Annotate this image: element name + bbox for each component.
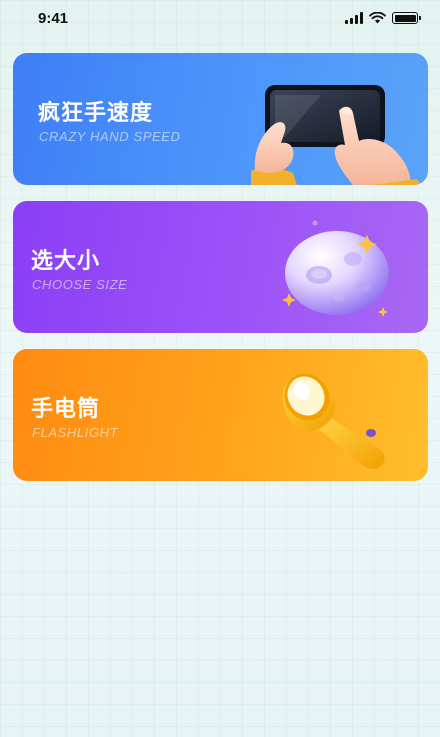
card-title: 手电筒 <box>31 397 101 422</box>
battery-icon <box>392 12 421 24</box>
card-title: 疯狂手速度 <box>38 101 154 126</box>
status-time: 9:41 <box>38 9 69 27</box>
card-title: 选大小 <box>31 249 101 274</box>
card-choose-size[interactable]: 选大小 CHOOSE SIZE <box>13 201 428 333</box>
status-icons <box>345 12 421 24</box>
card-crazy-hand-speed[interactable]: 疯狂手速度 CRAZY HAND SPEED <box>13 53 428 185</box>
cellular-signal-icon <box>345 12 363 24</box>
wifi-icon <box>369 12 386 24</box>
status-bar: 9:41 <box>0 0 440 36</box>
planet-icon <box>282 220 389 317</box>
hands-phone-icon <box>251 85 421 185</box>
flashlight-icon <box>282 373 385 469</box>
card-subtitle: CRAZY HAND SPEED <box>39 129 181 144</box>
card-subtitle: FLASHLIGHT <box>32 425 119 440</box>
card-flashlight[interactable]: 手电筒 FLASHLIGHT <box>13 349 428 481</box>
card-subtitle: CHOOSE SIZE <box>32 277 128 292</box>
